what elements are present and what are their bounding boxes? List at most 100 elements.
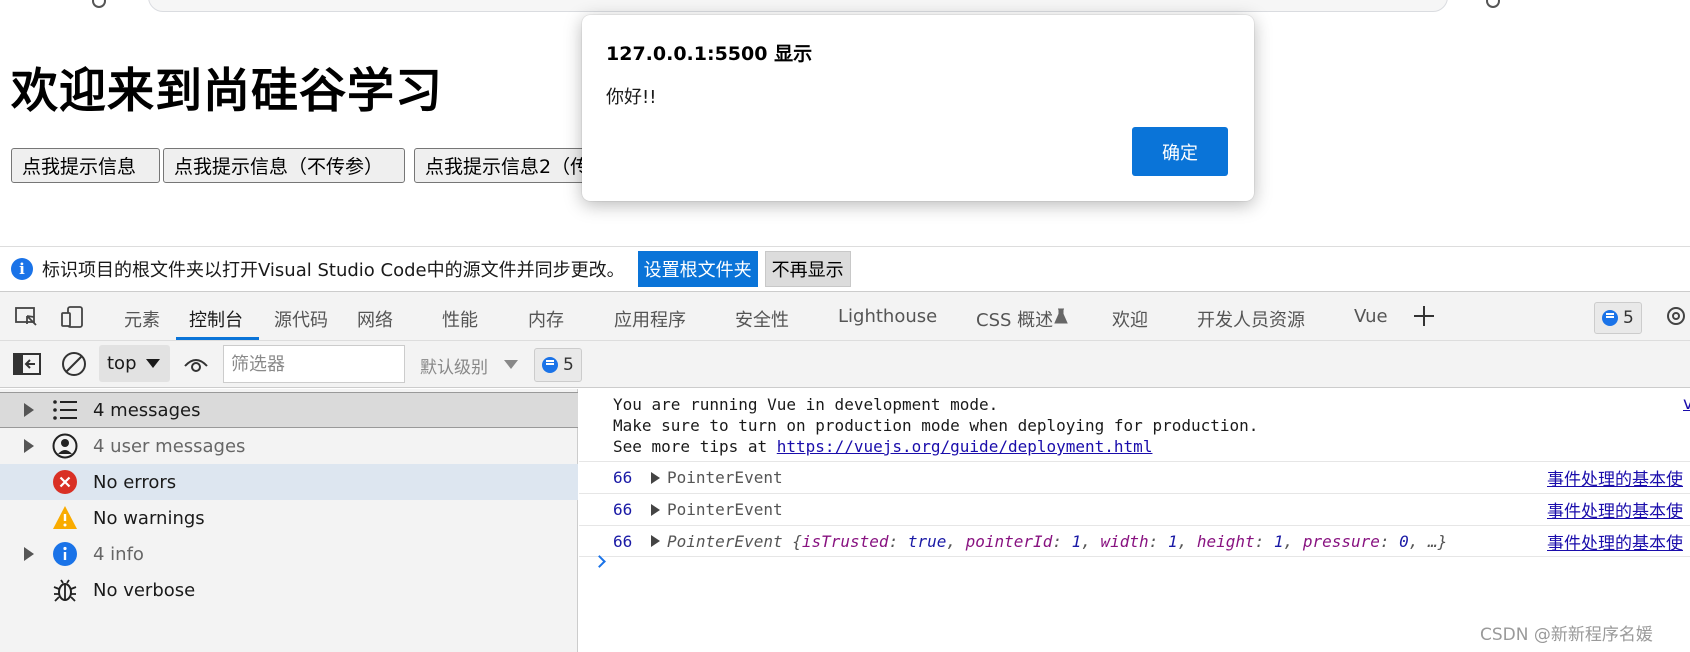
address-bar[interactable] <box>148 0 1448 12</box>
log-message: PointerEvent <box>667 500 783 519</box>
active-tab-indicator <box>176 337 259 340</box>
show-info-button[interactable]: 点我提示信息 <box>11 148 160 183</box>
tab-lighthouse[interactable]: Lighthouse <box>838 306 937 327</box>
object-key: pointerId <box>965 531 1053 551</box>
object-value: 1 <box>1167 531 1178 551</box>
list-icon <box>53 400 77 420</box>
issues-count: 5 <box>1623 308 1634 328</box>
tab-performance[interactable]: 性能 <box>442 306 478 332</box>
log-repeat-count: 66 <box>613 468 633 487</box>
sidebar-item-errors[interactable]: No errors <box>0 464 578 500</box>
sidebar-item-warnings[interactable]: No warnings <box>0 500 578 536</box>
sidebar-item-label: No verbose <box>93 579 196 601</box>
extension-icon[interactable] <box>1486 0 1500 8</box>
log-source-link[interactable]: 事件处理的基本使 <box>1547 465 1683 490</box>
tab-memory[interactable]: 内存 <box>528 306 564 332</box>
tab-security[interactable]: 安全性 <box>735 306 789 332</box>
issues-badge[interactable]: 5 <box>1594 302 1642 334</box>
object-value: true <box>907 531 947 551</box>
sidebar-toggle-icon[interactable] <box>13 353 41 375</box>
log-level-selector[interactable]: 默认级别 <box>420 353 488 378</box>
console-toolbar: top 默认级别 5 <box>0 341 1690 388</box>
devtools-tabbar: 元素 控制台 源代码 网络 性能 内存 应用程序 安全性 Lighthouse … <box>0 291 1690 341</box>
sidebar-item-verbose[interactable]: No verbose <box>0 572 578 608</box>
context-selector[interactable]: top <box>99 345 170 382</box>
log-message: PointerEvent {isTrusted: true, pointerId… <box>667 531 1448 551</box>
sidebar-item-messages[interactable]: 4 messages <box>0 392 578 428</box>
expand-arrow-icon[interactable] <box>24 547 34 561</box>
object-value: 1 <box>1071 531 1082 551</box>
alert-title: 127.0.0.1:5500 显示 <box>606 43 813 65</box>
user-icon <box>52 433 78 459</box>
alert-message: 你好!! <box>606 87 657 108</box>
add-tab-icon[interactable] <box>1412 304 1436 328</box>
tab-css-overview[interactable]: CSS 概述 <box>976 306 1053 332</box>
object-key: width <box>1100 531 1149 551</box>
tab-network[interactable]: 网络 <box>357 306 393 332</box>
vue-docs-link[interactable]: https://vuejs.org/guide/deployment.html <box>777 437 1153 456</box>
vue-message-line: Make sure to turn on production mode whe… <box>613 416 1259 435</box>
object-key: pressure <box>1302 531 1380 551</box>
expand-arrow-icon[interactable] <box>651 535 660 547</box>
message-icon <box>542 357 558 373</box>
expand-arrow-icon[interactable] <box>651 503 660 516</box>
set-root-folder-button[interactable]: 设置根文件夹 <box>637 251 758 287</box>
tab-welcome[interactable]: 欢迎 <box>1112 306 1148 332</box>
log-repeat-count: 66 <box>613 500 633 519</box>
clear-console-icon[interactable] <box>61 351 87 377</box>
log-source-link[interactable]: 事件处理的基本使 <box>1547 529 1683 554</box>
info-icon <box>53 542 77 566</box>
log-repeat-count: 66 <box>613 531 633 551</box>
tab-vue[interactable]: Vue <box>1354 306 1388 327</box>
tab-application[interactable]: 应用程序 <box>614 306 686 332</box>
settings-icon[interactable] <box>1664 304 1690 330</box>
page-title: 欢迎来到尚硅谷学习 <box>11 64 443 119</box>
vue-message-source-link[interactable]: v <box>1683 394 1690 414</box>
chevron-down-icon <box>146 359 160 368</box>
infobar-text: 标识项目的根文件夹以打开Visual Studio Code中的源文件并同步更改… <box>42 260 625 281</box>
warning-icon <box>53 506 77 529</box>
message-icon <box>1602 310 1618 326</box>
context-value: top <box>107 353 137 374</box>
expand-arrow-icon[interactable] <box>24 439 34 453</box>
tab-developer-resources[interactable]: 开发人员资源 <box>1197 306 1305 332</box>
watermark: CSDN @新新程序名媛 <box>1480 625 1653 645</box>
console-sidebar: 4 messages 4 user messages No errors No <box>0 389 578 652</box>
log-row[interactable]: 66 PointerEvent 事件处理的基本使 <box>579 493 1690 525</box>
inspect-element-icon[interactable] <box>14 305 40 329</box>
object-value: 0 <box>1399 531 1409 551</box>
vue-dev-mode-message: You are running Vue in development mode.… <box>613 394 1258 457</box>
filter-input[interactable] <box>223 345 405 383</box>
console-output: You are running Vue in development mode.… <box>579 389 1690 652</box>
sidebar-item-user-messages[interactable]: 4 user messages <box>0 428 578 464</box>
info-icon: i <box>11 258 33 280</box>
toolbar-issues-badge[interactable]: 5 <box>534 348 582 382</box>
log-row[interactable]: 66 PointerEvent {isTrusted: true, pointe… <box>579 525 1690 557</box>
live-expression-eye-icon[interactable] <box>183 353 209 375</box>
expand-arrow-icon[interactable] <box>651 471 660 484</box>
sidebar-item-label: 4 info <box>93 543 144 565</box>
chevron-down-icon <box>504 360 518 369</box>
toolbar-issues-count: 5 <box>563 355 574 375</box>
flask-icon <box>1054 308 1068 324</box>
dont-show-again-button[interactable]: 不再显示 <box>764 251 851 287</box>
browser-chrome <box>0 0 1690 14</box>
object-key: height <box>1196 531 1255 551</box>
tab-elements[interactable]: 元素 <box>124 306 160 332</box>
console-prompt-icon[interactable] <box>593 555 606 568</box>
sidebar-item-info[interactable]: 4 info <box>0 536 578 572</box>
tab-console[interactable]: 控制台 <box>189 306 243 332</box>
error-icon <box>53 470 77 494</box>
expand-arrow-icon[interactable] <box>24 403 34 417</box>
browser-icon[interactable] <box>92 0 106 8</box>
tab-sources[interactable]: 源代码 <box>274 306 328 332</box>
log-row[interactable]: 66 PointerEvent 事件处理的基本使 <box>579 461 1690 493</box>
log-source-link[interactable]: 事件处理的基本使 <box>1547 497 1683 522</box>
sidebar-item-label: No warnings <box>93 507 205 529</box>
device-emulation-icon[interactable] <box>60 305 86 329</box>
show-info-no-param-button[interactable]: 点我提示信息（不传参） <box>163 148 405 183</box>
object-key: isTrusted <box>801 531 889 551</box>
alert-ok-button[interactable]: 确定 <box>1132 127 1228 176</box>
alert-dialog: 127.0.0.1:5500 显示 你好!! 确定 <box>582 15 1254 201</box>
screen: 欢迎来到尚硅谷学习 点我提示信息 点我提示信息（不传参） 点我提示信息2（传参）… <box>0 0 1690 652</box>
